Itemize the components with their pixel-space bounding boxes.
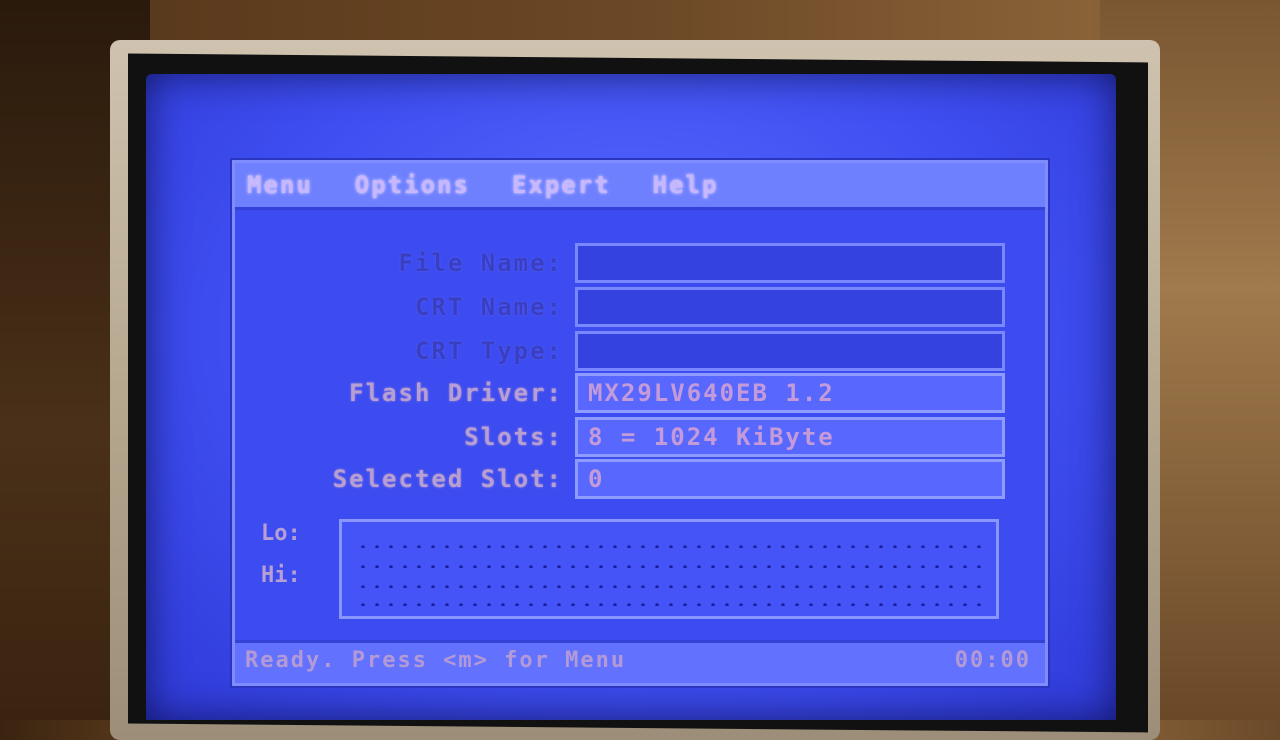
flash-driver-label: Flash Driver: bbox=[349, 379, 563, 407]
flash-driver-row: Flash Driver: MX29LV640EB 1.2 bbox=[235, 373, 1045, 415]
io-dots-row-4 bbox=[356, 602, 986, 606]
hi-label: Hi: bbox=[261, 563, 301, 588]
crt-type-row: CRT Type: bbox=[235, 331, 1045, 373]
flash-driver-field[interactable]: MX29LV640EB 1.2 bbox=[575, 373, 1005, 413]
menu-item-menu[interactable]: Menu bbox=[247, 171, 313, 199]
status-bar: Ready. Press <m> for Menu 00:00 bbox=[235, 640, 1045, 683]
slots-label: Slots: bbox=[464, 423, 563, 451]
io-bank-display bbox=[339, 519, 999, 619]
crt-type-label: CRT Type: bbox=[414, 337, 563, 365]
io-dots-row-2 bbox=[356, 564, 986, 568]
file-name-label: File Name: bbox=[398, 249, 563, 277]
lo-label: Lo: bbox=[261, 521, 301, 546]
crt-type-field[interactable] bbox=[575, 331, 1005, 371]
file-name-row: File Name: bbox=[235, 243, 1045, 285]
slots-field[interactable]: 8 = 1024 KiByte bbox=[575, 417, 1005, 457]
selected-slot-field[interactable]: 0 bbox=[575, 459, 1005, 499]
io-dots-row-1 bbox=[356, 544, 986, 548]
file-name-field[interactable] bbox=[575, 243, 1005, 283]
menu-item-help[interactable]: Help bbox=[653, 171, 719, 199]
status-text: Ready. Press <m> for Menu bbox=[245, 648, 627, 673]
selected-slot-row: Selected Slot: 0 bbox=[235, 459, 1045, 501]
io-dots-row-3 bbox=[356, 584, 986, 588]
status-time: 00:00 bbox=[954, 648, 1031, 673]
crt-name-row: CRT Name: bbox=[235, 287, 1045, 329]
crt-name-field[interactable] bbox=[575, 287, 1005, 327]
flasher-window: Menu Options Expert Help File Name: CRT … bbox=[232, 160, 1048, 686]
menu-item-options[interactable]: Options bbox=[355, 171, 470, 199]
selected-slot-label: Selected Slot: bbox=[332, 465, 563, 493]
slots-row: Slots: 8 = 1024 KiByte bbox=[235, 417, 1045, 459]
menu-item-expert[interactable]: Expert bbox=[512, 171, 611, 199]
crt-name-label: CRT Name: bbox=[414, 293, 563, 321]
menu-bar: Menu Options Expert Help bbox=[235, 163, 1045, 210]
